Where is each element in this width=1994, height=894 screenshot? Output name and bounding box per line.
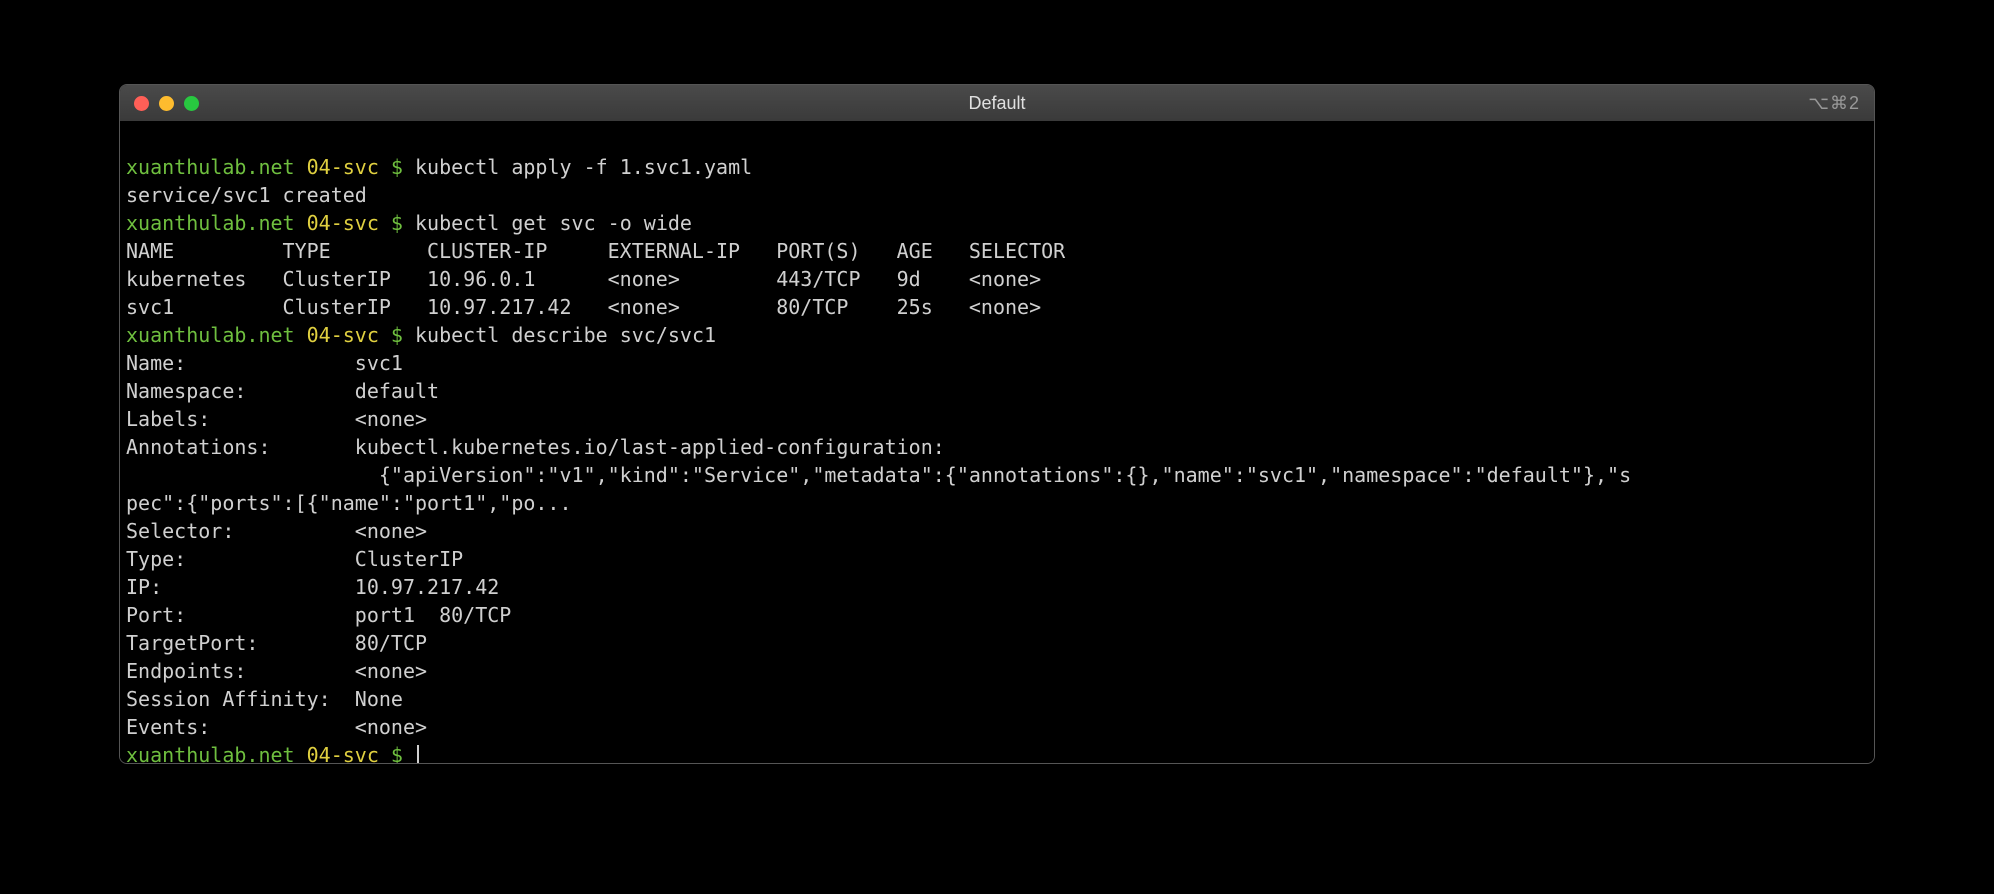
describe-events: Events: <none> (126, 715, 427, 739)
prompt-host: xuanthulab.net (126, 211, 295, 235)
command-3: kubectl describe svc/svc1 (415, 323, 716, 347)
prompt: xuanthulab.net 04-svc $ (126, 211, 403, 235)
minimize-icon[interactable] (159, 96, 174, 111)
window-title: Default (968, 93, 1025, 114)
prompt: xuanthulab.net 04-svc $ (126, 743, 403, 763)
svc-table-header: NAME TYPE CLUSTER-IP EXTERNAL-IP PORT(S)… (126, 239, 1065, 263)
prompt-symbol: $ (391, 155, 403, 179)
zoom-icon[interactable] (184, 96, 199, 111)
prompt-host: xuanthulab.net (126, 155, 295, 179)
describe-annotations-json: {"apiVersion":"v1","kind":"Service","met… (126, 463, 1631, 487)
prompt-symbol: $ (391, 211, 403, 235)
terminal-window: Default ⌥⌘2 xuanthulab.net 04-svc $ kube… (119, 84, 1875, 764)
prompt-dir: 04-svc (307, 211, 379, 235)
command-2: kubectl get svc -o wide (415, 211, 692, 235)
cursor-icon (417, 745, 419, 763)
prompt-symbol: $ (391, 743, 403, 763)
describe-namespace: Namespace: default (126, 379, 439, 403)
describe-ip: IP: 10.97.217.42 (126, 575, 499, 599)
prompt-host: xuanthulab.net (126, 323, 295, 347)
describe-annotations-json: pec":{"ports":[{"name":"port1","po... (126, 491, 572, 515)
titlebar[interactable]: Default ⌥⌘2 (120, 85, 1874, 121)
prompt-dir: 04-svc (307, 155, 379, 179)
describe-session-affinity: Session Affinity: None (126, 687, 403, 711)
traffic-lights (134, 96, 199, 111)
describe-name: Name: svc1 (126, 351, 403, 375)
prompt: xuanthulab.net 04-svc $ (126, 155, 403, 179)
prompt: xuanthulab.net 04-svc $ (126, 323, 403, 347)
terminal-body[interactable]: xuanthulab.net 04-svc $ kubectl apply -f… (120, 121, 1874, 763)
shortcut-indicator: ⌥⌘2 (1808, 93, 1860, 114)
svc-table-row: svc1 ClusterIP 10.97.217.42 <none> 80/TC… (126, 295, 1041, 319)
svc-table-row: kubernetes ClusterIP 10.96.0.1 <none> 44… (126, 267, 1041, 291)
prompt-host: xuanthulab.net (126, 743, 295, 763)
prompt-symbol: $ (391, 323, 403, 347)
prompt-dir: 04-svc (307, 323, 379, 347)
command-1: kubectl apply -f 1.svc1.yaml (415, 155, 752, 179)
describe-type: Type: ClusterIP (126, 547, 463, 571)
describe-port: Port: port1 80/TCP (126, 603, 511, 627)
prompt-dir: 04-svc (307, 743, 379, 763)
close-icon[interactable] (134, 96, 149, 111)
describe-endpoints: Endpoints: <none> (126, 659, 427, 683)
describe-annotations: Annotations: kubectl.kubernetes.io/last-… (126, 435, 945, 459)
describe-selector: Selector: <none> (126, 519, 427, 543)
describe-labels: Labels: <none> (126, 407, 427, 431)
output-apply: service/svc1 created (126, 183, 367, 207)
describe-targetport: TargetPort: 80/TCP (126, 631, 427, 655)
